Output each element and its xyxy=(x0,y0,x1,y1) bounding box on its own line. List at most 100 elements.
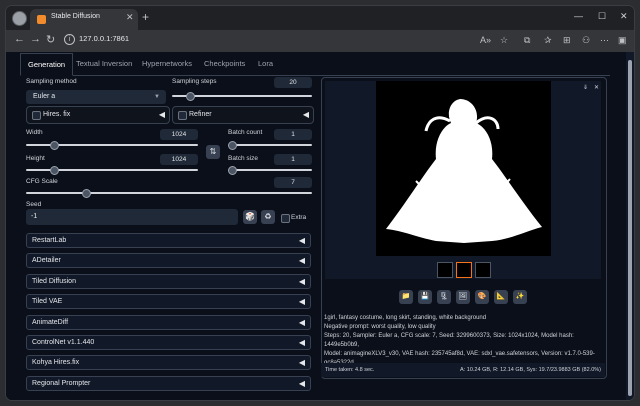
accordion-label: Tiled Diffusion xyxy=(32,278,76,285)
tab-generation[interactable]: Generation xyxy=(20,53,74,76)
accordion-kohya-hires-fix[interactable]: Kohya Hires.fix ◀ xyxy=(26,355,311,370)
new-tab-button[interactable]: + xyxy=(142,10,149,24)
thumbnail-1[interactable] xyxy=(437,262,453,278)
profile-avatar[interactable] xyxy=(12,11,27,26)
favorite-star-icon[interactable]: ☆ xyxy=(500,35,508,46)
swap-dimensions-button[interactable]: ⇅ xyxy=(206,145,220,159)
extensions-icon[interactable]: ⚇ xyxy=(582,35,590,46)
hires-upscale-icon[interactable]: ✨ xyxy=(513,290,527,304)
height-slider[interactable] xyxy=(26,165,198,175)
minimize-button[interactable]: — xyxy=(574,11,583,21)
main-tabs: Generation Textual Inversion Hypernetwor… xyxy=(20,53,610,76)
expand-triangle-icon: ◀ xyxy=(302,110,309,119)
cfg-scale-slider[interactable] xyxy=(26,188,312,198)
extra-label: Extra xyxy=(291,214,307,221)
hires-fix-checkbox[interactable] xyxy=(32,111,41,120)
height-input[interactable]: 1024 xyxy=(160,154,198,165)
more-options-icon[interactable]: ⋯ xyxy=(600,35,609,46)
browser-tab[interactable]: Stable Diffusion ✕ xyxy=(30,9,138,30)
send-to-extras-icon[interactable]: 📐 xyxy=(494,290,508,304)
extra-checkbox[interactable] xyxy=(281,214,290,223)
random-seed-dice-icon[interactable]: 🎲 xyxy=(243,210,257,224)
site-info-icon[interactable]: i xyxy=(64,34,75,45)
collections-icon[interactable]: ⊞ xyxy=(563,35,571,46)
cfg-scale-input[interactable]: 7 xyxy=(274,177,312,188)
hires-fix-accordion[interactable]: Hires. fix ◀ xyxy=(26,106,170,124)
close-preview-icon[interactable]: ✕ xyxy=(594,84,599,91)
page-scrollbar[interactable] xyxy=(626,52,634,400)
download-icon[interactable]: ⇓ xyxy=(583,84,588,91)
prompt-text: 1girl, fantasy costume, long skirt, stan… xyxy=(324,315,487,321)
sampling-steps-slider[interactable] xyxy=(172,91,312,101)
split-screen-icon[interactable]: ⧉ xyxy=(524,35,530,46)
expand-triangle-icon: ◀ xyxy=(298,318,305,327)
address-bar-row: ← → ↻ i 127.0.0.1:7861 A» ☆ ⧉ ✰ ⊞ ⚇ ⋯ ▣ xyxy=(6,30,634,52)
zip-icon[interactable]: 🗜 xyxy=(437,290,451,304)
generated-image[interactable] xyxy=(376,81,551,256)
accordion-label: RestartLab xyxy=(32,237,67,244)
refiner-checkbox[interactable] xyxy=(178,111,187,120)
accordion-label: AnimateDiff xyxy=(32,319,69,326)
sidebar-icon[interactable]: ▣ xyxy=(618,35,627,46)
negative-prompt-text: Negative prompt: worst quality, low qual… xyxy=(324,324,436,330)
cfg-scale-handle[interactable] xyxy=(82,188,92,198)
read-aloud-icon[interactable]: A» xyxy=(480,35,491,45)
send-to-inpaint-icon[interactable]: 🎨 xyxy=(475,290,489,304)
accordion-tiled-vae[interactable]: Tiled VAE ◀ xyxy=(26,294,311,309)
send-to-img2img-icon[interactable]: 🖼 xyxy=(456,290,470,304)
width-input[interactable]: 1024 xyxy=(160,129,198,140)
tab-title: Stable Diffusion xyxy=(51,13,100,20)
favorites-icon[interactable]: ✰ xyxy=(544,35,552,46)
tab-close-icon[interactable]: ✕ xyxy=(126,12,134,23)
expand-triangle-icon: ◀ xyxy=(298,277,305,286)
reuse-seed-recycle-icon[interactable]: ♻ xyxy=(261,210,275,224)
accordion-label: Regional Prompter xyxy=(32,380,91,387)
expand-triangle-icon: ◀ xyxy=(298,256,305,265)
width-slider[interactable] xyxy=(26,140,198,150)
height-handle[interactable] xyxy=(49,165,59,175)
save-icon[interactable]: 💾 xyxy=(418,290,432,304)
reload-button[interactable]: ↻ xyxy=(46,33,55,46)
close-window-button[interactable]: ✕ xyxy=(620,11,628,22)
thumbnail-2-selected[interactable] xyxy=(456,262,472,278)
timing-bar: Time taken: 4.8 sec. A: 10.24 GB, R: 12.… xyxy=(321,363,605,377)
sampling-method-select[interactable]: Euler a ▼ xyxy=(26,90,166,104)
open-folder-icon[interactable]: 📁 xyxy=(399,290,413,304)
tab-checkpoints[interactable]: Checkpoints xyxy=(204,53,245,74)
accordion-animatediff[interactable]: AnimateDiff ◀ xyxy=(26,315,311,330)
image-silhouette xyxy=(386,99,542,243)
accordion-regional-prompter[interactable]: Regional Prompter ◀ xyxy=(26,376,311,391)
batch-size-label: Batch size xyxy=(228,155,258,162)
sampling-steps-input[interactable]: 20 xyxy=(274,77,312,88)
accordion-tiled-diffusion[interactable]: Tiled Diffusion ◀ xyxy=(26,274,311,289)
batch-size-handle[interactable] xyxy=(228,165,237,175)
batch-count-handle[interactable] xyxy=(228,140,237,150)
width-handle[interactable] xyxy=(49,140,59,150)
params-line-1: Steps: 20, Sampler: Euler a, CFG scale: … xyxy=(324,333,574,348)
scrollbar-thumb[interactable] xyxy=(628,60,632,396)
batch-size-input[interactable]: 1 xyxy=(274,154,312,165)
generation-info: 1girl, fantasy costume, long skirt, stan… xyxy=(324,314,606,368)
tab-lora[interactable]: Lora xyxy=(258,53,273,74)
thumbnail-3[interactable] xyxy=(475,262,491,278)
maximize-button[interactable]: ☐ xyxy=(598,11,606,22)
accordion-adetailer[interactable]: ADetailer ◀ xyxy=(26,253,311,268)
chevron-down-icon: ▼ xyxy=(154,94,160,100)
accordion-restartlab[interactable]: RestartLab ◀ xyxy=(26,233,311,248)
batch-count-slider[interactable] xyxy=(228,140,312,150)
back-button[interactable]: ← xyxy=(14,33,25,45)
time-taken: Time taken: 4.8 sec. xyxy=(325,367,375,373)
title-bar: Stable Diffusion ✕ + — ☐ ✕ xyxy=(6,6,634,30)
height-label: Height xyxy=(26,155,45,162)
refiner-accordion[interactable]: Refiner ◀ xyxy=(172,106,314,124)
sampling-steps-handle[interactable] xyxy=(186,91,196,101)
accordion-controlnet[interactable]: ControlNet v1.1.440 ◀ xyxy=(26,335,311,350)
batch-size-slider[interactable] xyxy=(228,165,312,175)
url-field[interactable]: i 127.0.0.1:7861 xyxy=(62,33,592,49)
tab-textual-inversion[interactable]: Textual Inversion xyxy=(76,53,132,74)
tab-hypernetworks[interactable]: Hypernetworks xyxy=(142,53,192,74)
batch-count-input[interactable]: 1 xyxy=(274,129,312,140)
memory-usage: A: 10.24 GB, R: 12.14 GB, Sys: 19.7/23.9… xyxy=(460,367,601,373)
seed-input[interactable]: -1 xyxy=(26,209,238,225)
forward-button[interactable]: → xyxy=(30,33,41,45)
